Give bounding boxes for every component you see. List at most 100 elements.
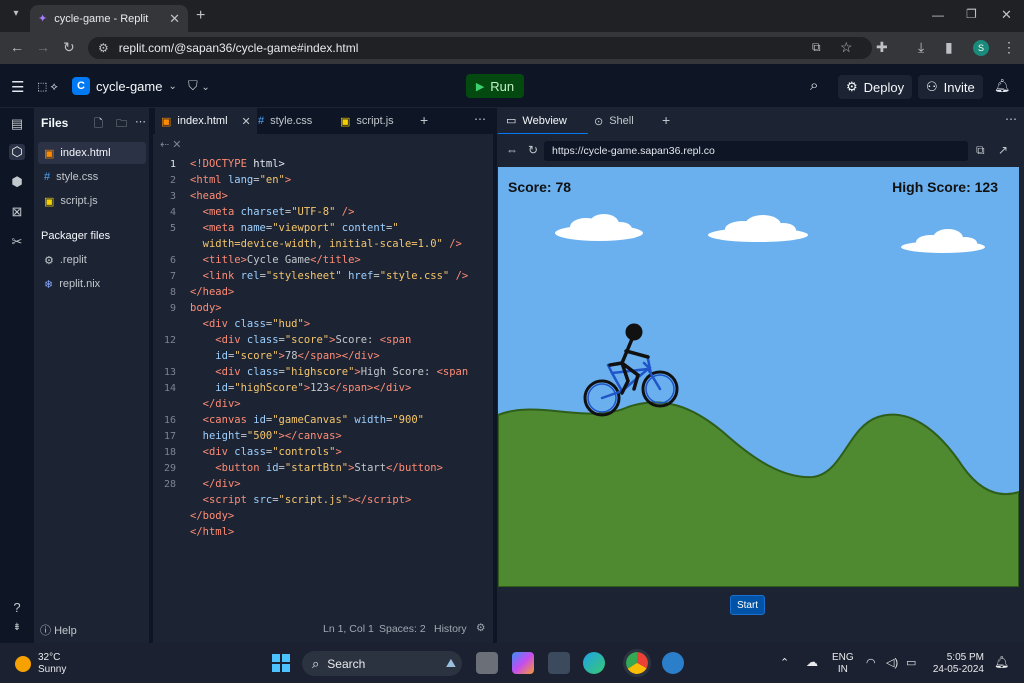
replit-logo-icon[interactable]: ⬚ ⟡ (37, 80, 58, 94)
windows-start-icon[interactable] (272, 654, 290, 672)
packages-icon[interactable]: ⬢ (9, 174, 25, 190)
start-button[interactable]: Start (730, 595, 765, 615)
back-icon[interactable]: ← (10, 39, 24, 55)
sun-weather-icon[interactable] (15, 656, 31, 672)
add-panel-tab-icon[interactable]: + (662, 112, 670, 128)
deploy-icon: ⚙ (846, 79, 858, 94)
editor-more-icon[interactable]: ⋯ (474, 112, 486, 126)
restore-icon[interactable]: ❐ (966, 7, 977, 21)
project-selector[interactable]: C cycle-game ⌄ (72, 76, 177, 96)
panel-more-icon[interactable]: ⋯ (1005, 112, 1017, 126)
close-window-icon[interactable]: ✕ (1001, 7, 1012, 23)
edge-browser-icon[interactable] (583, 652, 605, 674)
side-panel-icon[interactable]: ▮ (945, 39, 953, 56)
close-tab-icon[interactable]: ✕ (169, 11, 180, 27)
search-icon[interactable]: ⌕ (810, 77, 818, 94)
extensions-icon[interactable]: ✚ (876, 39, 888, 56)
bookmark-star-icon[interactable]: ☆ (840, 39, 853, 56)
history-button[interactable]: History (434, 623, 467, 635)
weather-text: Sunny (38, 664, 67, 675)
nix-file-icon: ❄ (44, 278, 54, 291)
app-with-badge-icon[interactable] (662, 652, 684, 674)
wifi-icon[interactable]: ◠ (866, 656, 876, 669)
deploy-button[interactable]: ⚙ Deploy (838, 75, 913, 99)
weather-widget[interactable]: 32°C Sunny (38, 652, 66, 676)
tab-webview[interactable]: ▭ Webview (498, 108, 588, 134)
chrome-browser-icon[interactable] (623, 649, 651, 677)
run-button[interactable]: ▶ Run (466, 74, 524, 98)
file-name: script.js (60, 195, 98, 207)
file-item-replit-nix[interactable]: ❄ replit.nix (38, 273, 146, 295)
site-info-icon[interactable]: ⚙ (98, 41, 109, 55)
webview-reload-icon[interactable]: ↻ (528, 143, 538, 157)
tab-script-js[interactable]: ▣ script.js (334, 108, 400, 134)
line-number: 5 (169, 223, 176, 234)
file-item-replit[interactable]: ⚙ .replit (38, 249, 146, 271)
volume-icon[interactable]: ◁) (886, 656, 898, 669)
shield-icon[interactable]: ⛉ ⌄ (188, 78, 210, 94)
line-number: 1 (169, 159, 176, 170)
project-name: cycle-game (96, 78, 163, 94)
tab-shell[interactable]: ⊙ Shell (590, 108, 634, 134)
tab-list-icon[interactable]: ▾ (8, 8, 24, 24)
copilot-icon[interactable] (512, 652, 534, 674)
show-hidden-icons-icon[interactable]: ⌃ (780, 656, 789, 669)
file-item-script-js[interactable]: ▣ script.js (38, 190, 146, 212)
notification-center-icon[interactable]: 🔔︎ (994, 655, 1009, 669)
split-back-icon[interactable]: ⇠ ✕ (160, 138, 182, 151)
taskbar-search[interactable]: ⌕ Search ⛰ (302, 651, 462, 676)
battery-icon[interactable]: ▭ (906, 656, 916, 669)
invite-button[interactable]: ⚇ Invite (918, 75, 983, 99)
tools-icon[interactable]: ⬡ (9, 144, 25, 160)
help-link[interactable]: ⓘ Help (40, 622, 77, 638)
line-number: 8 (169, 287, 176, 298)
settings-icon[interactable]: ⚙ (476, 622, 485, 634)
line-number: 13 (163, 367, 176, 378)
tab-style-css[interactable]: # style.css (252, 108, 318, 134)
help-icon[interactable]: ? (9, 600, 25, 616)
new-file-icon[interactable]: 🗋︎ (94, 115, 103, 134)
code-line: <!DOCTYPE html> (190, 158, 285, 170)
reload-icon[interactable]: ↻ (63, 39, 75, 56)
forward-icon[interactable]: → (36, 39, 50, 55)
webview-url-bar[interactable]: https://cycle-game.sapan36.repl.co (544, 141, 968, 161)
open-new-window-icon[interactable]: ⧉ (976, 143, 985, 158)
secrets-icon[interactable]: ⊠ (9, 204, 25, 220)
task-view-icon[interactable] (476, 652, 498, 674)
browser-tab[interactable]: ✦ cycle-game - Replit ✕ (30, 5, 188, 32)
clock[interactable]: 5:05 PM 24-05-2024 (928, 652, 984, 676)
code-line: <meta name="viewport" content=" (202, 222, 399, 234)
indent-spaces[interactable]: Spaces: 2 (379, 623, 426, 635)
code-line: <button id="startBtn">Start</button> (215, 462, 443, 474)
notifications-bell-icon[interactable]: 🔔︎ (994, 78, 1011, 94)
close-tab-icon[interactable]: ✕ (242, 115, 251, 128)
help-label: Help (54, 625, 77, 637)
microsoft-store-icon[interactable] (548, 652, 570, 674)
cursor-position[interactable]: Ln 1, Col 1 (323, 623, 374, 635)
tab-index-html[interactable]: ▣ index.html ✕ (155, 108, 257, 134)
game-canvas[interactable]: Score: 78 High Score: 123 (498, 167, 1019, 587)
file-item-index-html[interactable]: ▣ index.html (38, 142, 146, 164)
code-line: </head> (190, 286, 235, 298)
more-options-icon[interactable]: ⋯ (135, 115, 146, 128)
cloud-status-icon[interactable]: ☁ (806, 655, 818, 669)
code-line: </html> (190, 526, 235, 538)
code-line: <div class="hud"> (202, 318, 311, 330)
address-bar[interactable]: ⚙ replit.com/@sapan36/cycle-game#index.h… (88, 37, 872, 59)
minimize-icon[interactable]: — (932, 8, 944, 22)
new-folder-icon[interactable]: 🗀︎ (116, 115, 127, 134)
files-icon[interactable]: ▤ (9, 116, 25, 132)
collapse-icon[interactable]: ⇟ (9, 622, 25, 638)
integrations-icon[interactable]: ✂ (9, 234, 25, 250)
open-external-icon[interactable]: ↗ (998, 143, 1008, 157)
webview-back-icon[interactable]: ⇔ (506, 143, 518, 157)
profile-avatar[interactable]: S (973, 40, 989, 56)
file-item-style-css[interactable]: # style.css (38, 166, 146, 188)
hamburger-menu-icon[interactable]: ☰ (11, 78, 24, 96)
new-tab-icon[interactable]: + (196, 7, 205, 25)
browser-menu-icon[interactable]: ⋮ (1002, 39, 1016, 56)
install-app-icon[interactable]: ⧉ (812, 40, 821, 55)
add-tab-icon[interactable]: + (420, 112, 428, 128)
download-icon[interactable]: ⤓ (918, 39, 924, 56)
input-language[interactable]: ENG IN (832, 652, 854, 676)
